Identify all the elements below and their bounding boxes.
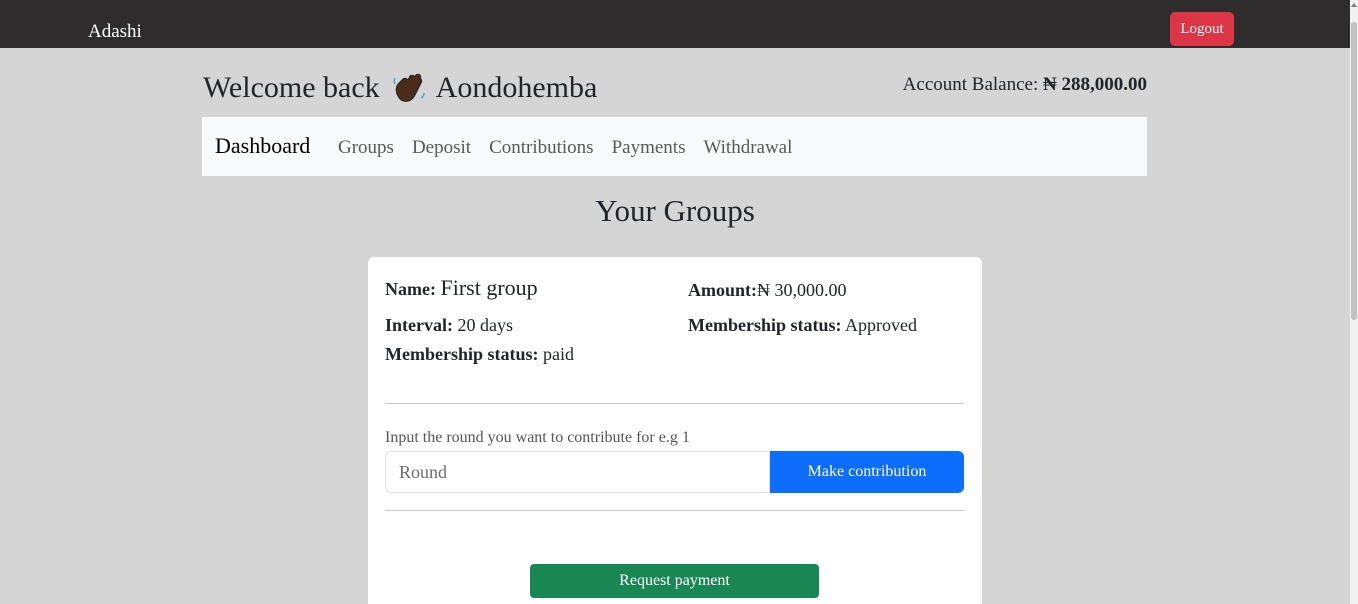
nav-link-withdrawal[interactable]: Withdrawal <box>703 137 792 159</box>
make-contribution-button[interactable]: Make contribution <box>770 451 964 493</box>
group-name-field: Name: First group <box>385 277 538 300</box>
group-name-value: First group <box>440 275 538 300</box>
group-interval-value: 20 days <box>457 315 513 335</box>
group-amount-value: ₦ 30,000.00 <box>757 280 847 300</box>
account-balance: Account Balance: ₦ 288,000.00 <box>903 74 1147 96</box>
welcome-prefix: Welcome back <box>203 71 380 104</box>
round-input[interactable] <box>385 451 770 493</box>
round-input-label: Input the round you want to contribute f… <box>385 429 690 446</box>
scroll-up-arrow-icon[interactable] <box>1351 3 1357 7</box>
group-card: Name: First group Amount:₦ 30,000.00 Int… <box>368 257 982 604</box>
nav-link-contributions[interactable]: Contributions <box>489 137 594 159</box>
membership-status-approval-value: Approved <box>845 315 917 335</box>
welcome-user-name: Aondohemba <box>435 71 598 104</box>
nav-dashboard-link[interactable]: Dashboard <box>215 133 310 159</box>
membership-status-approval-field: Membership status: Approved <box>688 314 917 336</box>
logout-button[interactable]: Logout <box>1170 12 1234 46</box>
balance-currency: ₦ <box>1043 74 1057 95</box>
membership-status-label: Membership status: <box>385 344 539 364</box>
page-title: Your Groups <box>595 193 755 228</box>
nav-link-groups[interactable]: Groups <box>338 137 394 159</box>
nav-links: Groups Deposit Contributions Payments Wi… <box>338 137 792 159</box>
group-name-label: Name: <box>385 279 436 299</box>
divider <box>385 403 964 404</box>
nav-link-payments[interactable]: Payments <box>612 137 686 159</box>
balance-label: Account Balance: <box>902 74 1039 95</box>
dashboard-navbar: Dashboard Groups Deposit Contributions P… <box>202 117 1147 176</box>
nav-link-deposit[interactable]: Deposit <box>412 137 471 159</box>
group-amount-label: Amount: <box>688 280 758 300</box>
membership-status-payment-field: Membership status: paid <box>385 343 574 365</box>
balance-amount: 288,000.00 <box>1061 74 1148 95</box>
group-interval-field: Interval: 20 days <box>385 314 513 336</box>
waving-hand-icon <box>391 70 427 106</box>
scrollbar-thumb[interactable] <box>1351 22 1357 320</box>
group-amount-field: Amount:₦ 30,000.00 <box>688 279 847 301</box>
request-payment-button[interactable]: Request payment <box>530 564 819 598</box>
membership-status-payment-value: paid <box>543 344 574 364</box>
brand-logo[interactable]: Adashi <box>88 20 142 44</box>
membership-status-label: Membership status: <box>688 315 842 335</box>
group-interval-label: Interval: <box>385 315 453 335</box>
page-scrollbar[interactable] <box>1350 0 1358 604</box>
divider <box>385 510 964 511</box>
top-navbar: Adashi Logout <box>0 0 1350 48</box>
welcome-message: Welcome back Aondohemba <box>203 68 597 108</box>
